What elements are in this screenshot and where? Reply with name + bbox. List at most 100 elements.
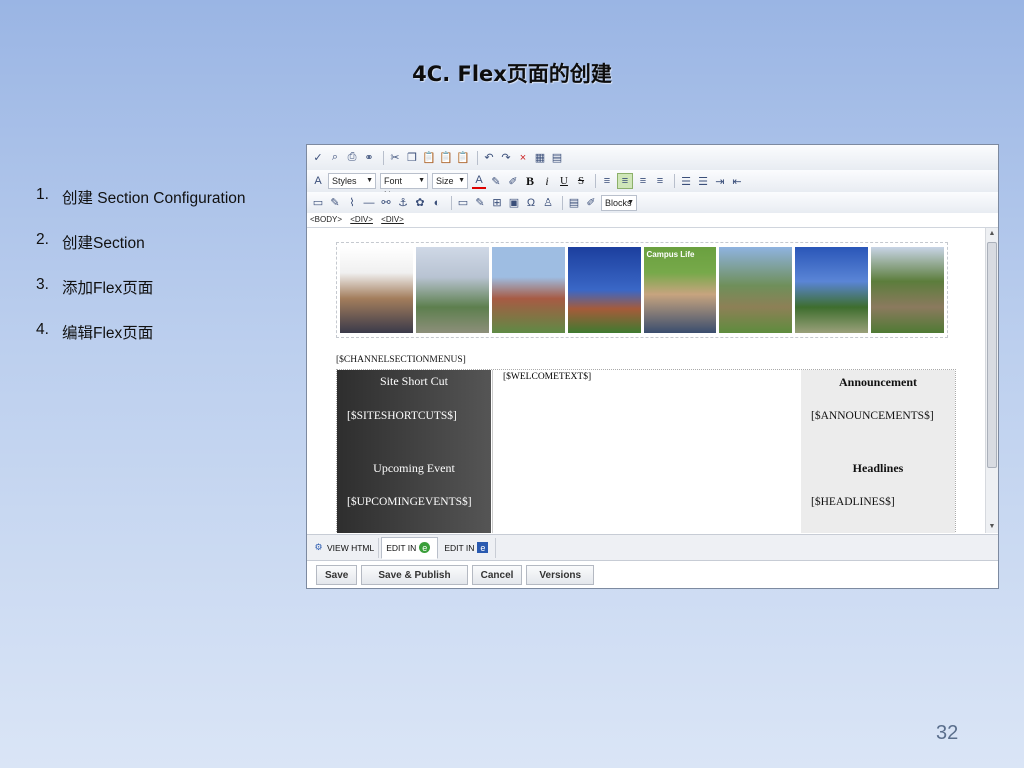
save-button[interactable]: Save bbox=[316, 565, 358, 585]
save-and-publish-button[interactable]: Save & Publish bbox=[361, 565, 468, 585]
attachment-icon[interactable]: ⌇ bbox=[345, 196, 359, 210]
editor-action-buttons: Save Save & Publish Cancel Versions bbox=[316, 565, 595, 585]
styles-dropdown-label: Styles bbox=[332, 176, 357, 186]
table-icon[interactable]: ⊞ bbox=[490, 196, 504, 210]
path-body[interactable]: <BODY> bbox=[310, 215, 342, 224]
toolbar-separator bbox=[595, 174, 596, 188]
preview-icon[interactable]: ▤ bbox=[550, 151, 564, 165]
versions-button[interactable]: Versions bbox=[526, 565, 595, 585]
right-column: Announcement [$ANNOUNCEMENTS$] Headlines… bbox=[801, 370, 955, 533]
underline-button[interactable]: U bbox=[557, 174, 571, 188]
slide-title: 4C. Flex页面的创建 bbox=[412, 62, 612, 86]
paste-icon[interactable]: 📋 bbox=[422, 151, 436, 165]
spell-icon[interactable]: ♙ bbox=[541, 196, 555, 210]
headlines-tag: [$HEADLINES$] bbox=[811, 496, 895, 508]
pencil-icon[interactable]: ✐ bbox=[506, 174, 520, 188]
undo-icon[interactable]: ↶ bbox=[482, 151, 496, 165]
form-icon[interactable]: ▭ bbox=[456, 196, 470, 210]
template-icon[interactable]: ▤ bbox=[567, 196, 581, 210]
highlight-icon[interactable]: ✎ bbox=[489, 174, 503, 188]
media-icon[interactable]: ◐ bbox=[430, 196, 444, 210]
delete-icon[interactable]: × bbox=[516, 151, 530, 165]
chevron-down-icon: ▼ bbox=[418, 177, 425, 184]
editor-toolbar-1: ✓ ⌕ ⎙ ⚭ ✂ ❐ 📋 📋 📋 ↶ ↷ × ▦ ▤ bbox=[307, 145, 998, 171]
campus-building-photo bbox=[567, 247, 641, 333]
horizontal-rule-icon[interactable]: — bbox=[362, 196, 376, 210]
edit-source-icon[interactable]: ✐ bbox=[584, 196, 598, 210]
redo-icon[interactable]: ↷ bbox=[499, 151, 513, 165]
toolbar-separator bbox=[383, 150, 384, 165]
path-div[interactable]: <DIV> bbox=[381, 215, 404, 224]
cut-icon[interactable]: ✂ bbox=[388, 151, 402, 165]
tab-view-html-label: VIEW HTML bbox=[327, 542, 375, 553]
announcements-tag: [$ANNOUNCEMENTS$] bbox=[811, 410, 934, 422]
image-icon[interactable]: ✿ bbox=[413, 196, 427, 210]
italic-button[interactable]: i bbox=[540, 174, 554, 188]
browser-green-icon: e bbox=[419, 542, 431, 553]
align-center-icon[interactable]: ≡ bbox=[617, 173, 633, 189]
image-frame-icon[interactable]: ▣ bbox=[507, 196, 521, 210]
copy-icon[interactable]: ❐ bbox=[405, 151, 419, 165]
step-text: 创建 Section Configuration bbox=[62, 190, 246, 207]
content-layout-table: Site Short Cut [$SITESHORTCUTS$] Upcomin… bbox=[336, 369, 956, 533]
step-number: 4. bbox=[36, 321, 49, 338]
paste-word-icon[interactable]: 📋 bbox=[456, 151, 470, 165]
outdent-icon[interactable]: ⇤ bbox=[730, 174, 744, 188]
select-all-icon[interactable]: ▦ bbox=[533, 151, 547, 165]
blocks-dropdown[interactable]: Blocks ▼ bbox=[601, 194, 637, 211]
new-page-icon[interactable]: ▭ bbox=[311, 196, 325, 210]
toolbar-separator bbox=[674, 174, 675, 188]
step-number: 1. bbox=[36, 186, 49, 203]
step-item: 1. 创建 Section Configuration bbox=[36, 186, 246, 231]
tab-edit-in-2[interactable]: EDIT IN e bbox=[440, 537, 497, 558]
banner-image-strip: Campus Life bbox=[336, 242, 948, 338]
step-item: 2. 创建Section bbox=[36, 231, 246, 276]
numbered-list-icon[interactable]: ☰ bbox=[679, 174, 693, 188]
path-div[interactable]: <DIV> bbox=[350, 215, 373, 224]
tab-edit-in-2-label: EDIT IN bbox=[444, 542, 475, 553]
middle-column: [$WELCOMETEXT$] bbox=[492, 370, 802, 533]
scroll-down-icon[interactable]: ▼ bbox=[986, 521, 998, 533]
textarea-icon[interactable]: ✎ bbox=[473, 196, 487, 210]
browser-blue-icon: e bbox=[477, 542, 489, 553]
anchor-icon[interactable]: ⚓ bbox=[396, 196, 410, 210]
editor-content-area[interactable]: Campus Life [$CHANNELSECTIONMENUS] Site … bbox=[307, 228, 986, 533]
campus-life-label: Campus Life bbox=[646, 250, 695, 259]
hall-building-photo bbox=[491, 247, 565, 333]
vertical-scrollbar[interactable]: ▲ ▼ bbox=[985, 228, 998, 533]
paste-text-icon[interactable]: 📋 bbox=[439, 151, 453, 165]
spellcheck-icon[interactable]: ✓ bbox=[311, 151, 325, 165]
welcome-text-tag: [$WELCOMETEXT$] bbox=[503, 372, 592, 382]
print-icon[interactable]: ⎙ bbox=[345, 151, 359, 165]
step-item: 4. 编辑Flex页面 bbox=[36, 321, 246, 366]
edit-page-icon[interactable]: ✎ bbox=[328, 196, 342, 210]
step-item: 3. 添加Flex页面 bbox=[36, 276, 246, 321]
find-icon[interactable]: ⌕ bbox=[328, 151, 342, 165]
font-name-dropdown[interactable]: Font Name▼ bbox=[380, 173, 428, 200]
step-number: 3. bbox=[36, 276, 49, 293]
binoculars-icon[interactable]: ⚭ bbox=[362, 151, 376, 165]
ivy-building-photo bbox=[871, 247, 944, 333]
indent-icon[interactable]: ⇥ bbox=[713, 174, 727, 188]
announcement-heading: Announcement bbox=[838, 375, 917, 389]
scroll-up-icon[interactable]: ▲ bbox=[986, 228, 998, 240]
size-dropdown-label: Size bbox=[436, 176, 454, 186]
tab-edit-in-1[interactable]: EDIT IN e bbox=[381, 536, 439, 559]
size-dropdown[interactable]: Size ▼ bbox=[432, 173, 468, 189]
bullet-list-icon[interactable]: ☰ bbox=[696, 174, 710, 188]
align-right-icon[interactable]: ≡ bbox=[636, 174, 650, 188]
tab-edit-in-1-label: EDIT IN bbox=[386, 542, 417, 553]
bold-button[interactable]: B bbox=[523, 174, 537, 188]
cancel-button[interactable]: Cancel bbox=[471, 565, 523, 585]
strikethrough-button[interactable]: S bbox=[574, 174, 588, 188]
tab-view-html[interactable]: ⚙ VIEW HTML bbox=[309, 537, 380, 558]
scrollbar-thumb[interactable] bbox=[987, 242, 997, 468]
format-painter-icon[interactable]: A bbox=[311, 174, 325, 188]
special-char-icon[interactable]: Ω bbox=[524, 196, 538, 210]
justify-icon[interactable]: ≡ bbox=[653, 174, 667, 188]
styles-dropdown[interactable]: Styles ▼ bbox=[328, 173, 376, 189]
campus-lawn-photo bbox=[719, 247, 793, 333]
link-icon[interactable]: ⚯ bbox=[379, 196, 393, 210]
text-color-icon[interactable]: A bbox=[472, 173, 486, 189]
align-left-icon[interactable]: ≡ bbox=[600, 174, 614, 188]
